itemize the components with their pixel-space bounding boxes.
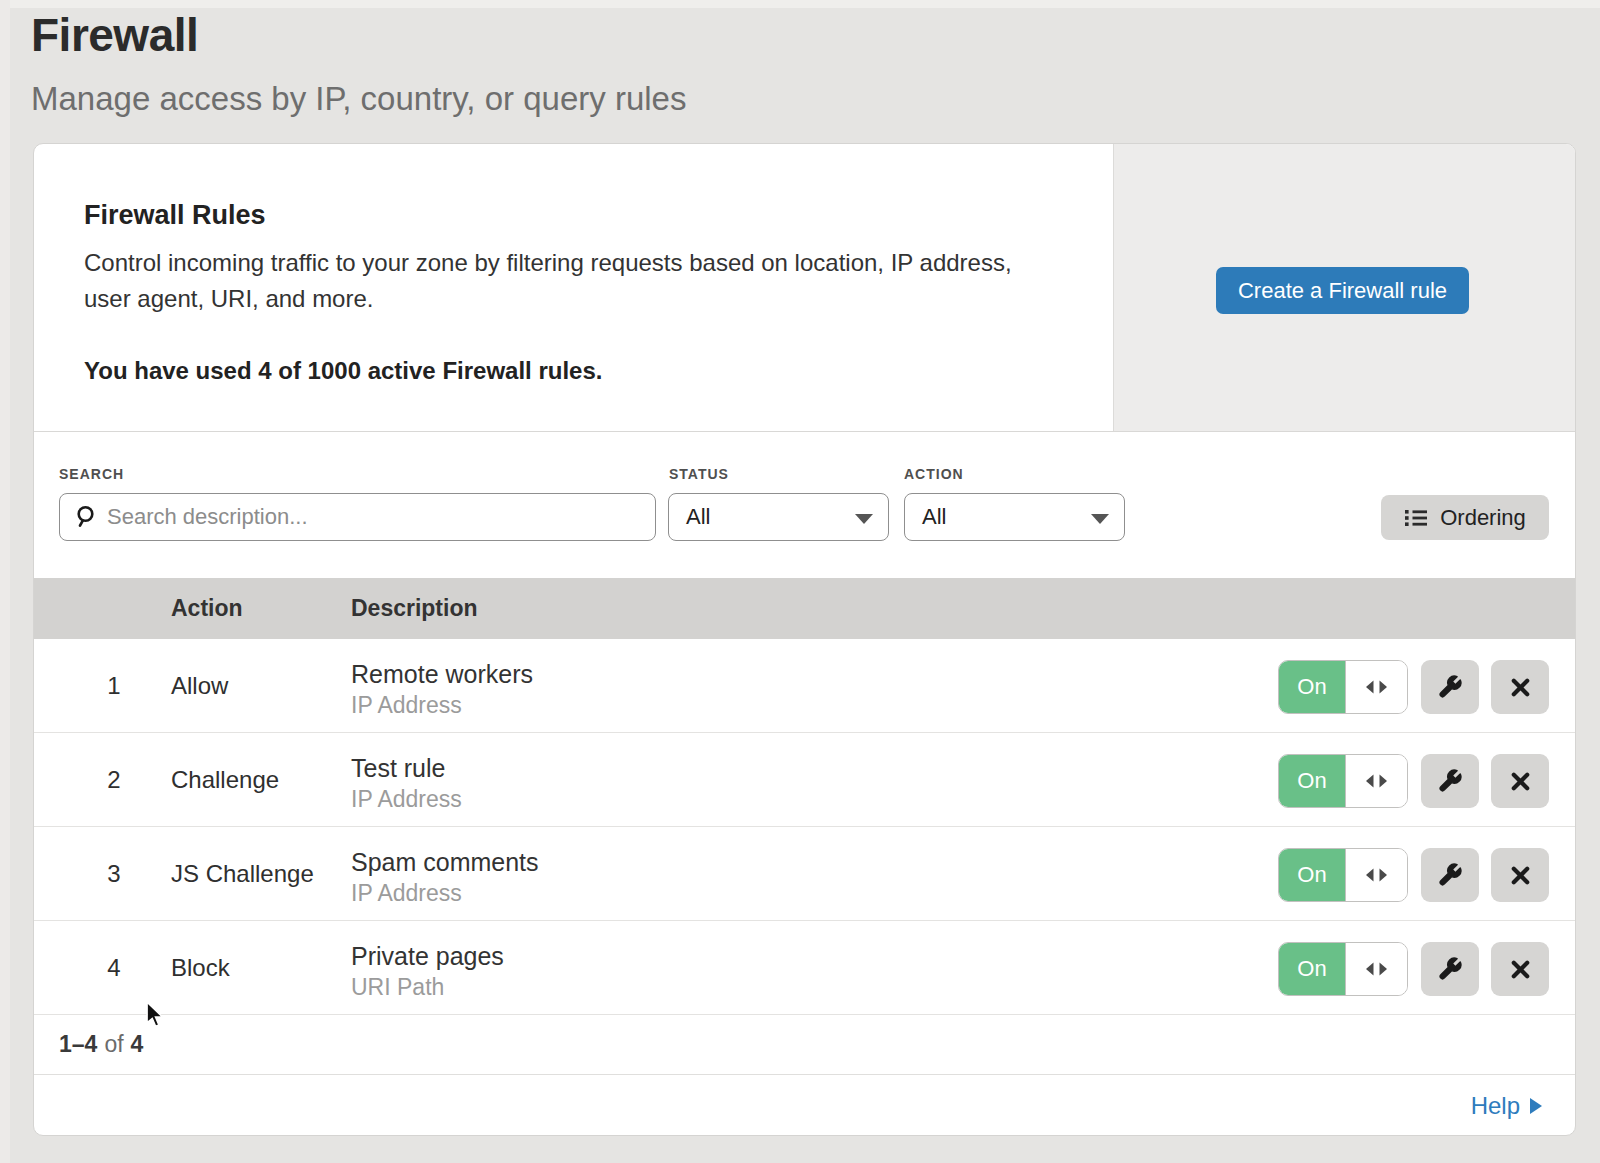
edit-rule-button[interactable] [1421, 942, 1479, 996]
rule-description: Spam comments [351, 849, 539, 877]
edit-rule-button[interactable] [1421, 754, 1479, 808]
search-placeholder: Search description... [107, 504, 308, 530]
rule-description: Test rule [351, 755, 445, 783]
section-divider [34, 431, 1575, 432]
ordering-button[interactable]: Ordering [1381, 495, 1549, 540]
status-label: STATUS [669, 466, 729, 482]
rule-description: Private pages [351, 943, 504, 971]
toggle-on-segment[interactable]: On [1279, 661, 1345, 713]
rule-priority: 2 [98, 733, 130, 826]
rule-enabled-toggle[interactable]: On [1278, 660, 1408, 714]
window-left-edge [0, 0, 10, 1163]
status-value: All [686, 504, 710, 530]
rule-match-type: IP Address [351, 693, 462, 718]
wrench-icon [1437, 674, 1463, 700]
close-icon [1509, 676, 1532, 699]
rule-action: Block [171, 921, 230, 1014]
table-row: 4 Block Private pages URI Path On [34, 921, 1575, 1015]
rule-match-type: URI Path [351, 975, 444, 1000]
rules-table-body: 1 Allow Remote workers IP Address On [34, 639, 1575, 1015]
rule-priority: 1 [98, 639, 130, 732]
ordering-label: Ordering [1440, 505, 1526, 531]
rules-description: Control incoming traffic to your zone by… [84, 245, 1084, 317]
pagination-range: 1–4 [59, 1031, 97, 1058]
rule-priority: 3 [98, 827, 130, 920]
rule-match-type: IP Address [351, 881, 462, 906]
search-input[interactable]: Search description... [59, 493, 656, 541]
pagination-total: 4 [131, 1031, 144, 1058]
edit-rule-button[interactable] [1421, 660, 1479, 714]
window-top-edge [0, 0, 1600, 8]
rule-description: Remote workers [351, 661, 533, 689]
pagination: 1–4 of 4 [34, 1015, 1575, 1075]
chevron-down-icon [1091, 514, 1109, 524]
wrench-icon [1437, 956, 1463, 982]
rule-enabled-toggle[interactable]: On [1278, 942, 1408, 996]
firewall-rules-card: Firewall Rules Control incoming traffic … [33, 143, 1576, 1136]
rule-action: Challenge [171, 733, 279, 826]
table-row: 1 Allow Remote workers IP Address On [34, 639, 1575, 733]
column-header-action: Action [171, 578, 243, 639]
rule-priority: 4 [98, 921, 130, 1014]
table-row: 3 JS Challenge Spam comments IP Address … [34, 827, 1575, 921]
rule-match-type: IP Address [351, 787, 462, 812]
rule-enabled-toggle[interactable]: On [1278, 754, 1408, 808]
table-row: 2 Challenge Test rule IP Address On [34, 733, 1575, 827]
toggle-arrows-segment[interactable] [1345, 661, 1407, 713]
rule-enabled-toggle[interactable]: On [1278, 848, 1408, 902]
action-dropdown[interactable]: All [904, 493, 1125, 541]
delete-rule-button[interactable] [1491, 942, 1549, 996]
search-icon [74, 505, 98, 529]
rule-action: JS Challenge [171, 827, 314, 920]
toggle-arrows-segment[interactable] [1345, 849, 1407, 901]
wrench-icon [1437, 862, 1463, 888]
page-subtitle: Manage access by IP, country, or query r… [31, 81, 686, 117]
left-right-arrows-icon [1363, 961, 1390, 977]
edit-rule-button[interactable] [1421, 848, 1479, 902]
toggle-on-segment[interactable]: On [1279, 849, 1345, 901]
close-icon [1509, 958, 1532, 981]
toggle-arrows-segment[interactable] [1345, 755, 1407, 807]
close-icon [1509, 770, 1532, 793]
create-firewall-rule-button[interactable]: Create a Firewall rule [1216, 267, 1469, 314]
page-title: Firewall [31, 10, 198, 61]
close-icon [1509, 864, 1532, 887]
help-row: Help [34, 1075, 1575, 1136]
delete-rule-button[interactable] [1491, 754, 1549, 808]
rule-action: Allow [171, 639, 228, 732]
column-header-description: Description [351, 578, 478, 639]
action-label: ACTION [904, 466, 964, 482]
delete-rule-button[interactable] [1491, 848, 1549, 902]
chevron-down-icon [855, 514, 873, 524]
toggle-arrows-segment[interactable] [1345, 943, 1407, 995]
delete-rule-button[interactable] [1491, 660, 1549, 714]
toggle-on-segment[interactable]: On [1279, 943, 1345, 995]
wrench-icon [1437, 768, 1463, 794]
status-dropdown[interactable]: All [668, 493, 889, 541]
help-arrow-icon [1530, 1098, 1542, 1114]
ordered-list-icon [1404, 508, 1428, 528]
rules-usage-text: You have used 4 of 1000 active Firewall … [84, 358, 602, 384]
left-right-arrows-icon [1363, 679, 1390, 695]
pagination-of: of [97, 1031, 130, 1058]
toggle-on-segment[interactable]: On [1279, 755, 1345, 807]
rules-heading: Firewall Rules [84, 201, 266, 231]
table-header: Action Description [34, 578, 1575, 639]
help-link[interactable]: Help [1471, 1092, 1520, 1120]
left-right-arrows-icon [1363, 867, 1390, 883]
search-label: SEARCH [59, 466, 124, 482]
action-value: All [922, 504, 946, 530]
left-right-arrows-icon [1363, 773, 1390, 789]
